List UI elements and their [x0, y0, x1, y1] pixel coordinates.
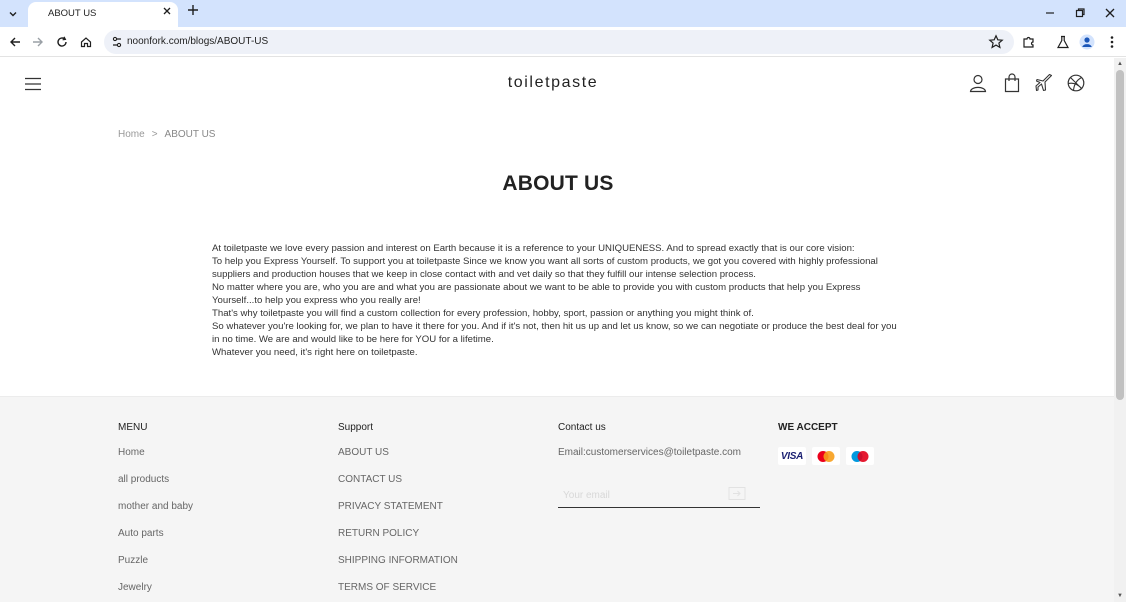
- url-text[interactable]: noonfork.com/blogs/ABOUT-US: [127, 36, 268, 47]
- newsletter-form: [558, 484, 760, 508]
- tab-search-button[interactable]: [4, 5, 22, 23]
- footer-menu-link[interactable]: Home: [118, 447, 193, 474]
- reload-icon: [57, 36, 67, 47]
- account-icon[interactable]: [968, 73, 988, 93]
- profile-button[interactable]: [1078, 33, 1096, 51]
- restore-button[interactable]: [1071, 4, 1089, 22]
- close-icon: [1105, 8, 1115, 18]
- breadcrumb-separator: >: [151, 129, 158, 140]
- footer-support-link[interactable]: RETURN POLICY: [338, 528, 458, 555]
- site-header: toiletpaste: [0, 58, 1114, 110]
- breadcrumb-current: ABOUT US: [164, 129, 216, 140]
- footer-payments-column: WE ACCEPT VISA: [778, 422, 874, 465]
- footer-menu-link[interactable]: all products: [118, 474, 193, 501]
- footer-menu-heading: MENU: [118, 422, 148, 433]
- site-info-icon[interactable]: [110, 35, 124, 49]
- footer-payments-heading: WE ACCEPT: [778, 422, 838, 433]
- arrow-left-icon: [10, 37, 20, 47]
- browser-toolbar: noonfork.com/blogs/ABOUT-US: [0, 27, 1126, 57]
- close-icon: [163, 7, 171, 15]
- page-scrollbar[interactable]: ▲ ▼: [1114, 58, 1126, 602]
- flask-icon: [1056, 35, 1070, 49]
- footer-contact-column: Contact us Email:customerservices@toilet…: [558, 422, 741, 458]
- footer-support-link[interactable]: PRIVACY STATEMENT: [338, 501, 458, 528]
- maestro-logo: [846, 447, 874, 465]
- footer-menu-link[interactable]: Puzzle: [118, 555, 193, 582]
- minimize-icon: [1046, 12, 1054, 14]
- tab-close-button[interactable]: [160, 6, 174, 20]
- arrow-right-icon: [33, 37, 43, 47]
- reload-button[interactable]: [53, 33, 71, 51]
- labs-button[interactable]: [1054, 33, 1072, 51]
- footer-support-column: Support ABOUT US CONTACT US PRIVACY STAT…: [338, 422, 458, 602]
- footer-support-link[interactable]: TERMS OF SERVICE: [338, 582, 458, 602]
- footer-support-link[interactable]: SHIPPING INFORMATION: [338, 555, 458, 582]
- browser-tab-active[interactable]: ABOUT US: [28, 2, 178, 27]
- footer-menu-column: MENU Home all products mother and baby A…: [118, 422, 193, 602]
- page-title: ABOUT US: [502, 172, 614, 195]
- footer-support-heading: Support: [338, 422, 374, 433]
- star-icon[interactable]: [988, 34, 1004, 50]
- visa-label: VISA: [780, 450, 804, 462]
- back-button[interactable]: [6, 33, 24, 51]
- visa-logo: VISA: [778, 447, 806, 465]
- breadcrumb-home-link[interactable]: Home: [118, 129, 145, 140]
- scrollbar-thumb[interactable]: [1116, 70, 1124, 400]
- tab-title: ABOUT US: [48, 8, 97, 19]
- forward-button[interactable]: [29, 33, 47, 51]
- avatar-icon: [1079, 34, 1095, 50]
- puzzle-icon: [1023, 36, 1034, 48]
- chevron-down-icon: [9, 12, 17, 17]
- content-paragraph: To help you Express Yourself. To support…: [212, 256, 878, 280]
- footer-menu-link[interactable]: Auto parts: [118, 528, 193, 555]
- site-footer: MENU Home all products mother and baby A…: [0, 396, 1114, 602]
- send-icon[interactable]: [728, 486, 746, 502]
- content-paragraph: So whatever you're looking for, we plan …: [212, 321, 897, 345]
- address-bar[interactable]: noonfork.com/blogs/ABOUT-US: [104, 30, 1014, 54]
- basketball-icon[interactable]: [1066, 73, 1086, 93]
- footer-support-link[interactable]: ABOUT US: [338, 447, 458, 474]
- plus-icon: [188, 5, 198, 15]
- footer-menu-link[interactable]: Jewelry: [118, 582, 193, 602]
- footer-contact-heading: Contact us: [558, 422, 606, 433]
- mastercard-logo: [812, 447, 840, 465]
- scroll-down-arrow[interactable]: ▼: [1116, 592, 1124, 600]
- footer-support-link[interactable]: CONTACT US: [338, 474, 458, 501]
- home-button[interactable]: [77, 33, 95, 51]
- content-paragraph: No matter where you are, who you are and…: [212, 282, 861, 306]
- mastercard-icon: [817, 450, 835, 462]
- about-content: At toiletpaste we love every passion and…: [212, 242, 906, 359]
- browser-tabstrip: ABOUT US: [0, 0, 1126, 27]
- content-paragraph: At toiletpaste we love every passion and…: [212, 243, 855, 254]
- restore-icon: [1075, 8, 1085, 18]
- breadcrumb: Home > ABOUT US: [118, 129, 215, 140]
- airplane-icon[interactable]: [1034, 73, 1054, 93]
- new-tab-button[interactable]: [185, 4, 201, 20]
- payment-methods: VISA: [778, 447, 874, 465]
- footer-menu-link[interactable]: mother and baby: [118, 501, 193, 528]
- contact-email[interactable]: Email:customerservices@toiletpaste.com: [558, 447, 741, 458]
- maestro-icon: [851, 450, 869, 462]
- shopping-bag-icon[interactable]: [1002, 73, 1022, 93]
- scroll-up-arrow[interactable]: ▲: [1116, 60, 1124, 68]
- browser-menu-button[interactable]: [1103, 33, 1121, 51]
- site-logo[interactable]: toiletpaste: [0, 74, 1106, 92]
- extensions-button[interactable]: [1020, 33, 1038, 51]
- kebab-menu-icon: [1110, 36, 1114, 48]
- content-paragraph: Whatever you need, it's right here on to…: [212, 347, 418, 358]
- minimize-button[interactable]: [1041, 4, 1059, 22]
- page-viewport: toiletpaste Home > ABOUT US ABOUT US At to…: [0, 58, 1126, 602]
- content-paragraph: That's why toiletpaste you will find a c…: [212, 308, 754, 319]
- home-icon: [80, 37, 92, 48]
- close-window-button[interactable]: [1101, 4, 1119, 22]
- newsletter-email-input[interactable]: [563, 487, 723, 503]
